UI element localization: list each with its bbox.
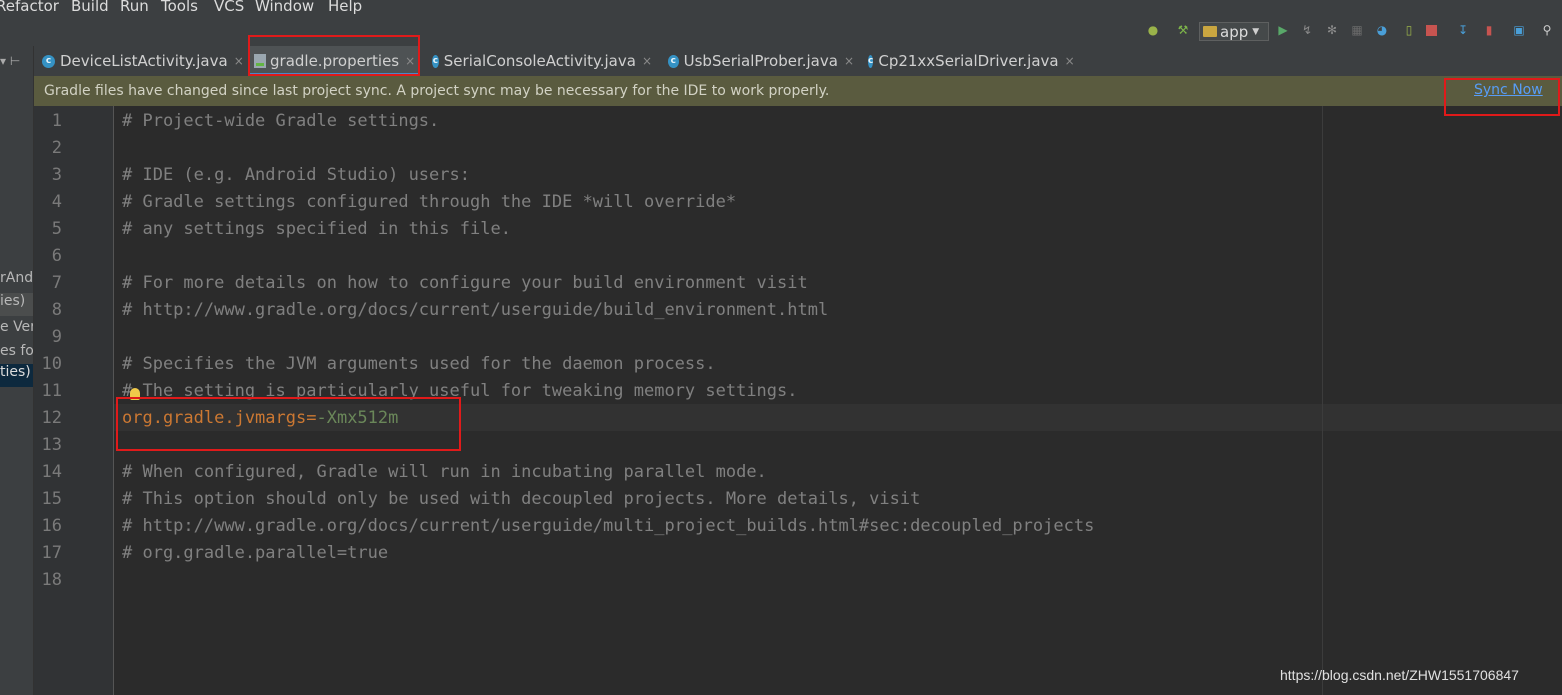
search-icon[interactable]: ⚲ bbox=[1540, 23, 1554, 37]
annotation-box-tab bbox=[248, 35, 420, 76]
tab-cp21xx-serial-driver[interactable]: c Cp21xxSerialDriver.java × bbox=[868, 46, 1075, 76]
chevron-down-icon: ▼ bbox=[1252, 26, 1260, 37]
close-icon[interactable]: × bbox=[234, 54, 244, 68]
code-line[interactable]: # Project-wide Gradle settings. bbox=[122, 111, 439, 131]
line-number: 11 bbox=[41, 381, 62, 401]
run-config-select[interactable]: app ▼ bbox=[1199, 22, 1269, 41]
tab-label: UsbSerialProber.java bbox=[683, 52, 838, 70]
menu-refactor[interactable]: Refactor bbox=[0, 0, 59, 15]
code-line[interactable]: # When configured, Gradle will run in in… bbox=[122, 462, 767, 482]
tab-device-list-activity[interactable]: c DeviceListActivity.java × bbox=[42, 46, 246, 76]
class-icon: c bbox=[668, 54, 679, 68]
stop-icon[interactable] bbox=[1426, 25, 1437, 36]
menu-window[interactable]: Window bbox=[255, 0, 314, 15]
run-icon[interactable]: ▶ bbox=[1276, 23, 1290, 37]
tab-serial-console-activity[interactable]: c SerialConsoleActivity.java × bbox=[432, 46, 652, 76]
line-number: 6 bbox=[51, 246, 62, 266]
line-number: 17 bbox=[41, 543, 62, 563]
line-number: 16 bbox=[41, 516, 62, 536]
project-panel: ▾ ⊢ rAnd ies) e Ver es fo ties) bbox=[0, 46, 34, 695]
code-line[interactable]: # Specifies the JVM arguments used for t… bbox=[122, 354, 716, 374]
line-number: 8 bbox=[51, 300, 62, 320]
line-number: 5 bbox=[51, 219, 62, 239]
close-icon[interactable]: × bbox=[1065, 54, 1075, 68]
line-number: 14 bbox=[41, 462, 62, 482]
project-structure-icon[interactable]: ▣ bbox=[1512, 23, 1526, 37]
annotation-box-sync bbox=[1444, 78, 1560, 116]
code-line[interactable]: # Gradle settings configured through the… bbox=[122, 192, 736, 212]
android-icon[interactable]: ● bbox=[1146, 23, 1160, 37]
line-number: 10 bbox=[41, 354, 62, 374]
profiler-icon[interactable]: ◕ bbox=[1375, 23, 1389, 37]
line-number: 7 bbox=[51, 273, 62, 293]
folder-icon bbox=[1203, 26, 1217, 37]
class-icon: c bbox=[432, 54, 439, 68]
avd-manager-icon[interactable]: ▮ bbox=[1482, 23, 1496, 37]
code-line[interactable]: # For more details on how to configure y… bbox=[122, 273, 808, 293]
notification-message: Gradle files have changed since last pro… bbox=[44, 83, 830, 99]
right-margin-guide bbox=[1322, 106, 1323, 695]
debug-icon[interactable]: ✻ bbox=[1325, 23, 1339, 37]
annotation-box-jvmargs bbox=[116, 397, 461, 451]
menu-tools[interactable]: Tools bbox=[161, 0, 198, 15]
tab-label: Cp21xxSerialDriver.java bbox=[878, 52, 1059, 70]
close-icon[interactable]: × bbox=[642, 54, 652, 68]
menu-help[interactable]: Help bbox=[328, 0, 362, 15]
attach-icon[interactable]: ▦ bbox=[1350, 23, 1364, 37]
menu-vcs[interactable]: VCS bbox=[214, 0, 244, 15]
line-number-gutter: 1 2 3 4 5 6 7 8 9 10 11 12 13 14 15 16 1… bbox=[34, 106, 114, 695]
tab-usb-serial-prober[interactable]: c UsbSerialProber.java × bbox=[668, 46, 854, 76]
watermark-text: https://blog.csdn.net/ZHW1551706847 bbox=[1280, 667, 1519, 683]
class-icon: c bbox=[42, 54, 55, 68]
project-tree-item[interactable]: e Ver bbox=[0, 319, 33, 335]
run-config-label: app bbox=[1220, 22, 1249, 41]
line-number: 18 bbox=[41, 570, 62, 590]
line-number: 12 bbox=[41, 408, 62, 428]
code-line[interactable]: # http://www.gradle.org/docs/current/use… bbox=[122, 300, 828, 320]
menu-build[interactable]: Build bbox=[71, 0, 109, 15]
line-number: 13 bbox=[41, 435, 62, 455]
gradle-sync-notification: Gradle files have changed since last pro… bbox=[34, 76, 1562, 106]
hammer-icon[interactable]: ⚒ bbox=[1176, 23, 1190, 37]
code-line[interactable]: # org.gradle.parallel=true bbox=[122, 543, 388, 563]
close-icon[interactable]: × bbox=[844, 54, 854, 68]
line-number: 2 bbox=[51, 138, 62, 158]
menu-bar: Refactor Build Run Tools VCS Window Help bbox=[0, 0, 1562, 16]
sdk-manager-icon[interactable]: ↧ bbox=[1456, 23, 1470, 37]
apply-changes-icon[interactable]: ↯ bbox=[1300, 23, 1314, 37]
code-line[interactable]: # http://www.gradle.org/docs/current/use… bbox=[122, 516, 1094, 536]
project-tree-item[interactable]: rAnd bbox=[0, 270, 33, 286]
tab-label: SerialConsoleActivity.java bbox=[443, 52, 636, 70]
code-line[interactable]: # any settings specified in this file. bbox=[122, 219, 511, 239]
panel-settings-icon[interactable]: ▾ ⊢ bbox=[0, 54, 20, 68]
line-number: 4 bbox=[51, 192, 62, 212]
tab-label: DeviceListActivity.java bbox=[60, 52, 228, 70]
main-toolbar: ● ⚒ app ▼ ▶ ↯ ✻ ▦ ◕ ▯ ↧ ▮ ▣ ⚲ bbox=[0, 16, 1562, 46]
project-tree-item-selected[interactable]: ties) bbox=[0, 364, 33, 387]
line-number: 15 bbox=[41, 489, 62, 509]
line-number: 9 bbox=[51, 327, 62, 347]
code-line[interactable]: # IDE (e.g. Android Studio) users: bbox=[122, 165, 470, 185]
menu-run[interactable]: Run bbox=[120, 0, 149, 15]
line-number: 1 bbox=[51, 111, 62, 131]
project-tree-item[interactable]: es fo bbox=[0, 343, 33, 359]
project-tree-item[interactable]: ies) bbox=[0, 293, 33, 316]
class-icon: c bbox=[868, 54, 874, 68]
line-number: 3 bbox=[51, 165, 62, 185]
device-icon[interactable]: ▯ bbox=[1402, 23, 1416, 37]
code-line[interactable]: # This option should only be used with d… bbox=[122, 489, 920, 509]
